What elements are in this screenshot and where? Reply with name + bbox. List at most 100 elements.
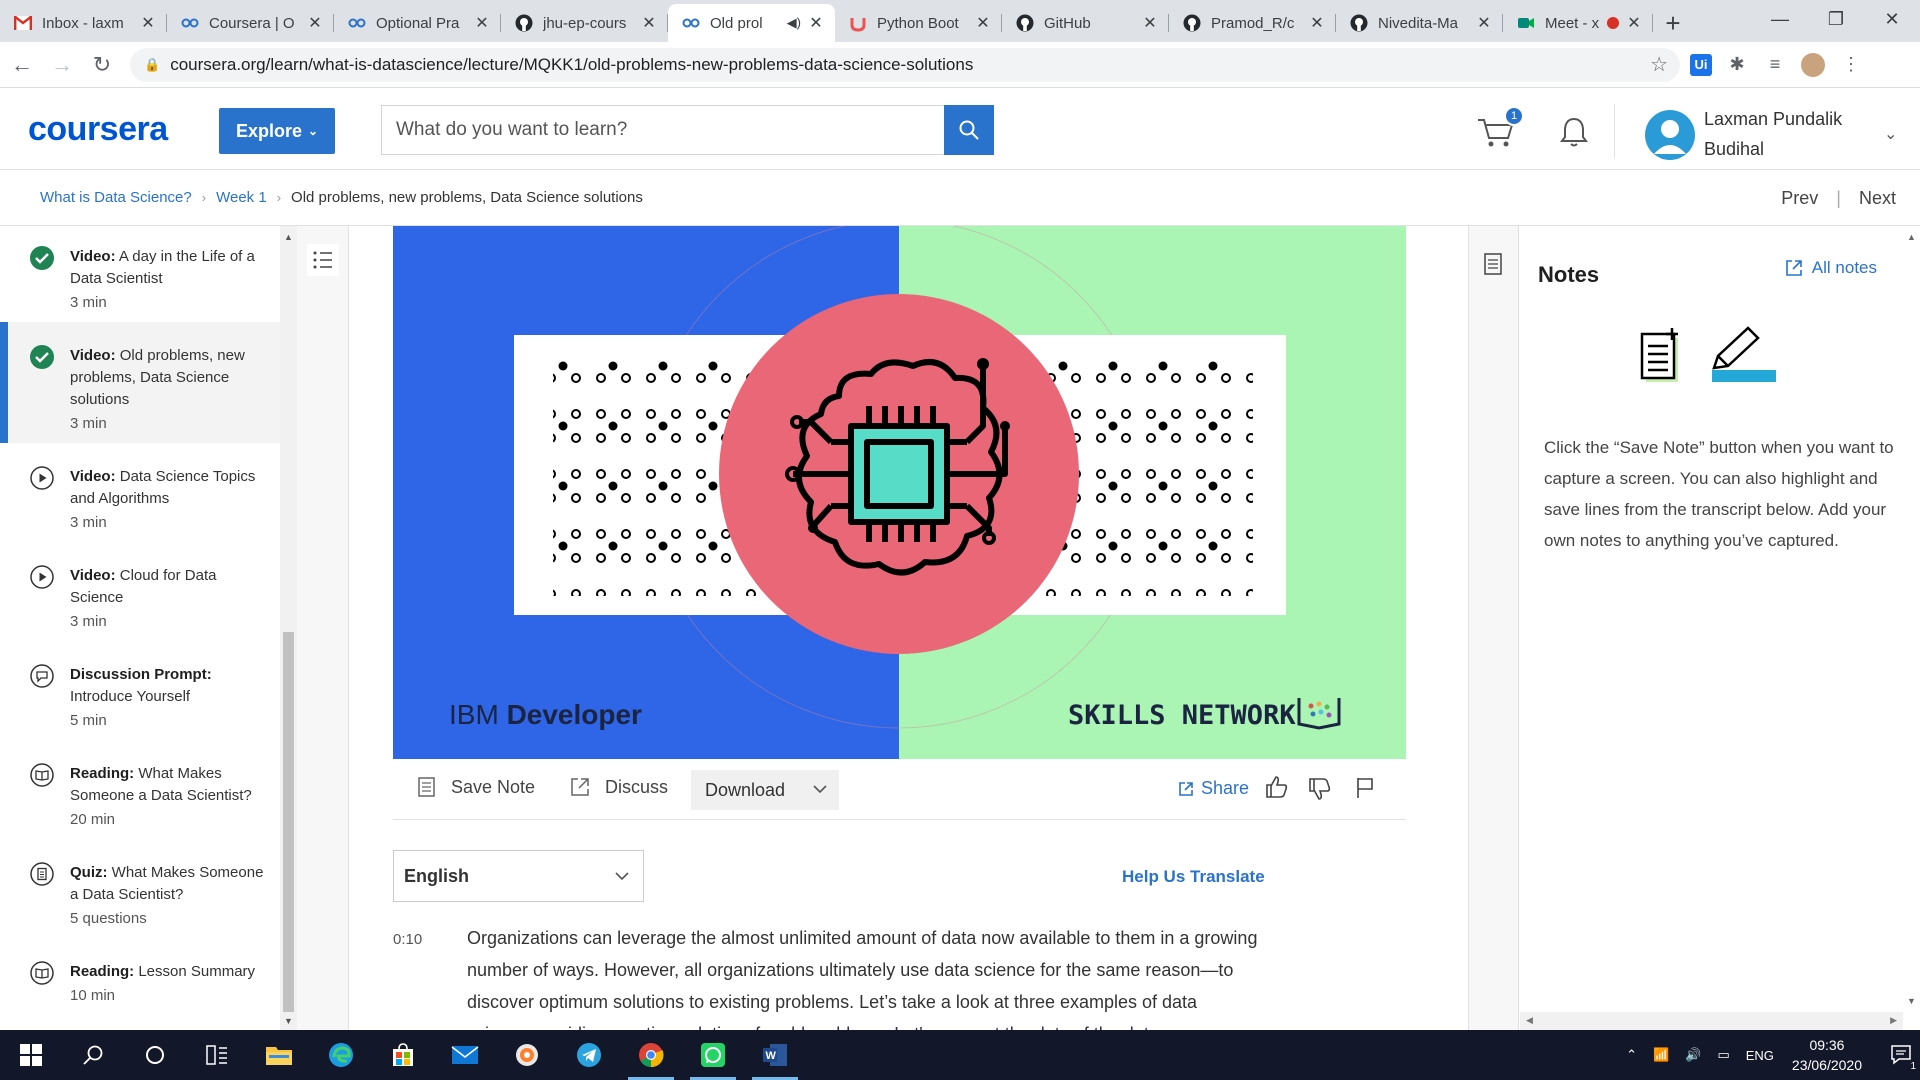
discuss-button[interactable]: Discuss	[569, 776, 668, 798]
prev-button[interactable]: Prev	[1781, 188, 1818, 209]
browser-tab[interactable]: Pramod_R/c ✕	[1169, 4, 1336, 42]
chevron-down-icon[interactable]: ⌄	[1884, 124, 1897, 144]
file-explorer-icon[interactable]	[248, 1030, 310, 1080]
system-clock[interactable]: 09:36 23/06/2020	[1792, 1035, 1862, 1075]
scroll-up-icon[interactable]: ▲	[284, 232, 293, 242]
media-control-icon[interactable]: ≡	[1762, 52, 1788, 78]
coursera-logo[interactable]: coursera	[28, 110, 168, 149]
tab-close-icon[interactable]: ✕	[1625, 13, 1643, 33]
browser-tab[interactable]: Optional Pra ✕	[334, 4, 501, 42]
tab-close-icon[interactable]: ✕	[473, 13, 491, 33]
tab-close-icon[interactable]: ✕	[1141, 13, 1159, 33]
list-item[interactable]: Video: Data Science Topics and Algorithm…	[0, 443, 280, 542]
chrome-browser-icon[interactable]	[620, 1030, 682, 1080]
task-view-icon[interactable]	[186, 1030, 248, 1080]
search-input[interactable]	[382, 106, 944, 154]
tab-close-icon[interactable]: ✕	[1308, 13, 1326, 33]
language-select[interactable]: English	[393, 850, 644, 902]
search-button[interactable]	[944, 105, 994, 155]
browser-tab[interactable]: Coursera | O ✕	[167, 4, 334, 42]
scroll-down-icon[interactable]: ▼	[1907, 996, 1916, 1006]
browser-tab[interactable]: Meet - x ✕	[1503, 4, 1653, 42]
list-item[interactable]: Discussion Prompt: Introduce Yourself 5 m…	[0, 641, 280, 740]
close-window-icon[interactable]: ✕	[1864, 0, 1920, 38]
tab-close-icon[interactable]: ✕	[306, 13, 324, 33]
scroll-up-icon[interactable]: ▲	[1907, 232, 1916, 242]
search-icon[interactable]	[62, 1030, 124, 1080]
notes-toggle-button[interactable]	[1482, 252, 1504, 281]
network-icon[interactable]: 📶	[1653, 1047, 1669, 1063]
dislike-button[interactable]	[1307, 776, 1333, 802]
all-notes-link[interactable]: All notes	[1784, 258, 1877, 278]
profile-avatar-icon[interactable]	[1800, 52, 1826, 78]
list-item[interactable]: Reading: Lesson Summary 10 min	[0, 938, 280, 1015]
next-button[interactable]: Next	[1859, 188, 1896, 209]
scroll-down-icon[interactable]: ▼	[284, 1016, 293, 1026]
scroll-left-icon[interactable]: ◀	[1526, 1015, 1533, 1026]
user-name[interactable]: Laxman Pundalik Budihal	[1704, 104, 1854, 164]
user-avatar[interactable]	[1645, 110, 1695, 160]
list-item[interactable]: Quiz: What Makes Someone a Data Scientis…	[0, 839, 280, 938]
list-item[interactable]: Reading: What Makes Someone a Data Scien…	[0, 740, 280, 839]
transcript-timestamp[interactable]: 0:10	[393, 924, 422, 956]
breadcrumb-course-link[interactable]: What is Data Science?	[40, 189, 192, 206]
new-tab-button[interactable]: +	[1653, 4, 1693, 42]
uipath-extension-icon[interactable]: Ui	[1690, 53, 1712, 76]
cortana-icon[interactable]	[124, 1030, 186, 1080]
windows-start-icon[interactable]	[0, 1030, 62, 1080]
reload-icon[interactable]: ↻	[84, 47, 120, 83]
report-flag-button[interactable]	[1354, 776, 1376, 800]
help-translate-link[interactable]: Help Us Translate	[1122, 867, 1265, 887]
tab-close-icon[interactable]: ✕	[640, 13, 658, 33]
minimize-icon[interactable]: —	[1752, 0, 1808, 38]
notification-center-icon[interactable]: 1	[1890, 1043, 1916, 1072]
battery-icon[interactable]: ▭	[1717, 1047, 1729, 1063]
notifications-bell-icon[interactable]	[1556, 114, 1592, 150]
toc-toggle-button[interactable]	[307, 244, 339, 276]
telegram-icon[interactable]	[558, 1030, 620, 1080]
notes-horizontal-scrollbar[interactable]: ◀ ▶	[1520, 1012, 1903, 1030]
media-player-icon[interactable]	[496, 1030, 558, 1080]
puzzle-extensions-icon[interactable]: ✱	[1724, 52, 1750, 78]
tab-close-icon[interactable]: ✕	[807, 13, 825, 33]
speaker-icon[interactable]: ◀)	[787, 15, 801, 31]
tab-close-icon[interactable]: ✕	[974, 13, 992, 33]
download-dropdown[interactable]: Download	[691, 770, 839, 810]
mail-icon[interactable]	[434, 1030, 496, 1080]
forward-arrow-icon[interactable]: →	[44, 47, 80, 83]
back-arrow-icon[interactable]: ←	[4, 47, 40, 83]
chevron-up-icon[interactable]: ⌃	[1626, 1047, 1637, 1063]
list-item[interactable]: Video: Cloud for Data Science 3 min	[0, 542, 280, 641]
browser-tab[interactable]: jhu-ep-cours ✕	[501, 4, 668, 42]
list-item[interactable]: Video: A day in the Life of a Data Scien…	[0, 226, 280, 322]
list-item-selected[interactable]: Video: Old problems, new problems, Data …	[0, 322, 280, 443]
scroll-right-icon[interactable]: ▶	[1890, 1015, 1897, 1026]
share-button[interactable]: Share	[1177, 778, 1249, 799]
cart-button[interactable]: 1	[1476, 106, 1524, 152]
notes-scrollbar[interactable]: ▲ ▼	[1903, 226, 1920, 1030]
whatsapp-icon[interactable]	[682, 1030, 744, 1080]
scrollbar-thumb[interactable]	[283, 632, 294, 1012]
maximize-icon[interactable]: ❐	[1808, 0, 1864, 38]
browser-tab[interactable]: Python Boot ✕	[835, 4, 1002, 42]
edge-browser-icon[interactable]	[310, 1030, 372, 1080]
tab-close-icon[interactable]: ✕	[139, 13, 157, 33]
explore-button[interactable]: Explore ⌄	[219, 108, 335, 154]
sidebar-scrollbar[interactable]: ▲ ▼	[280, 226, 297, 1030]
chrome-menu-icon[interactable]: ⋮	[1838, 52, 1864, 78]
browser-tab[interactable]: GitHub ✕	[1002, 4, 1169, 42]
video-player[interactable]: IBM Developer SKILLS NETWORK	[393, 226, 1406, 759]
input-language[interactable]: ENG	[1746, 1048, 1774, 1063]
save-note-button[interactable]: Save Note	[417, 776, 535, 798]
tab-close-icon[interactable]: ✕	[1475, 13, 1493, 33]
address-bar[interactable]: 🔒 coursera.org/learn/what-is-datascience…	[130, 47, 1680, 82]
microsoft-store-icon[interactable]	[372, 1030, 434, 1080]
word-icon[interactable]: W	[744, 1030, 806, 1080]
bookmark-star-icon[interactable]: ☆	[1650, 52, 1668, 77]
browser-tab[interactable]: Nivedita-Ma ✕	[1336, 4, 1503, 42]
browser-tab[interactable]: Inbox - laxm ✕	[0, 4, 167, 42]
breadcrumb-week-link[interactable]: Week 1	[216, 189, 267, 206]
volume-icon[interactable]: 🔊	[1685, 1047, 1701, 1063]
browser-tab-active[interactable]: Old prol ◀) ✕	[668, 4, 835, 42]
like-button[interactable]	[1264, 774, 1290, 800]
